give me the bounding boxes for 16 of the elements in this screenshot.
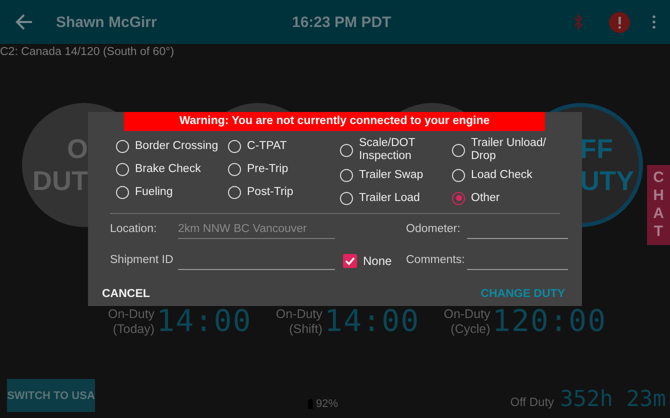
field-label: Odometer:: [406, 223, 462, 237]
ruleset-label: C2: Canada 14/120 (South of 60°): [0, 45, 176, 60]
stat-value: 14:00: [156, 304, 252, 339]
stat-label: On-Duty (Cycle): [444, 306, 490, 336]
stat-label: On-Duty (Shift): [276, 306, 322, 336]
off-duty-label: Off Duty: [510, 395, 554, 409]
clock-time: 16:23 PM PDT: [292, 14, 392, 30]
field-label: Comments:: [406, 254, 466, 268]
stat-value: 14:00: [324, 304, 420, 339]
battery-level: 92%: [316, 398, 338, 410]
stat-value: 120:00: [492, 304, 607, 339]
off-duty-value: 352h 23m: [560, 387, 666, 412]
field-label: Shipment ID: [110, 254, 174, 268]
warning-banner: Warning: You are not currently connected to your engine: [124, 112, 545, 131]
stat-label: On-Duty (Today): [108, 306, 155, 336]
driver-name: Shawn McGirr: [56, 14, 158, 30]
